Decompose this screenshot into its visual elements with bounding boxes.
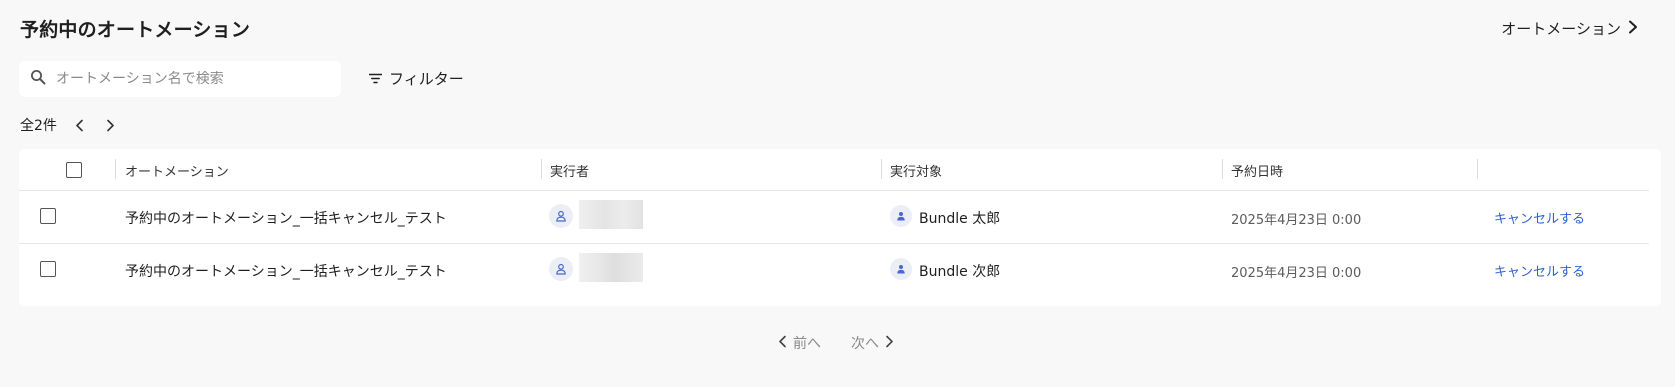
filter-icon: [368, 70, 383, 88]
redacted-executor-name: [579, 200, 643, 229]
filter-label: フィルター: [389, 70, 464, 88]
target-name: Bundle 太郎: [919, 211, 1001, 227]
column-divider: [115, 159, 116, 179]
search-box[interactable]: [19, 61, 341, 97]
count-row: 全2件: [20, 115, 115, 135]
next-page-button[interactable]: 次へ: [851, 333, 894, 353]
row-checkbox[interactable]: [40, 261, 56, 277]
chevron-right-icon[interactable]: [106, 119, 115, 132]
select-all-checkbox[interactable]: [66, 162, 82, 178]
scheduled-datetime: 2025年4月23日 0:00: [1231, 213, 1362, 228]
column-divider: [1477, 159, 1478, 179]
column-header-target: 実行対象: [890, 165, 943, 180]
page-title: 予約中のオートメーション: [20, 19, 251, 41]
cancel-link[interactable]: キャンセルする: [1494, 261, 1585, 280]
column-header-automation: オートメーション: [125, 165, 229, 180]
prev-page-button[interactable]: 前へ: [778, 333, 821, 353]
next-page-label: 次へ: [851, 336, 879, 352]
pagination: 前へ 次へ: [778, 333, 894, 353]
chevron-left-icon: [778, 335, 787, 352]
column-divider: [881, 159, 882, 179]
user-outline-icon: [549, 204, 573, 228]
user-filled-icon: [890, 258, 912, 280]
chevron-right-icon: [885, 335, 894, 352]
prev-page-label: 前へ: [793, 336, 821, 352]
automation-table: オートメーション 実行者 実行対象 予約日時 予約中のオートメーション_一括キャ…: [19, 149, 1661, 306]
filter-button[interactable]: フィルター: [368, 68, 464, 89]
search-icon: [30, 69, 46, 89]
row-checkbox[interactable]: [40, 208, 56, 224]
cancel-link[interactable]: キャンセルする: [1494, 208, 1585, 227]
chevron-left-icon[interactable]: [75, 119, 84, 132]
automation-link[interactable]: オートメーション: [1501, 18, 1639, 39]
table-header: オートメーション 実行者 実行対象 予約日時: [19, 149, 1649, 191]
total-count: 全2件: [20, 118, 57, 134]
column-divider: [1222, 159, 1223, 179]
target-name: Bundle 次郎: [919, 264, 1001, 280]
automation-name: 予約中のオートメーション_一括キャンセル_テスト: [125, 211, 447, 227]
redacted-executor-name: [579, 253, 643, 282]
column-header-datetime: 予約日時: [1231, 165, 1284, 180]
column-header-executor: 実行者: [550, 165, 590, 180]
table-row: 予約中のオートメーション_一括キャンセル_テスト Bundle 次郎 2025年…: [19, 244, 1649, 297]
automation-link-label: オートメーション: [1501, 20, 1621, 38]
user-filled-icon: [890, 205, 912, 227]
user-outline-icon: [549, 257, 573, 281]
scheduled-datetime: 2025年4月23日 0:00: [1231, 266, 1362, 281]
search-input[interactable]: [56, 71, 316, 87]
table-row: 予約中のオートメーション_一括キャンセル_テスト Bundle 太郎 2025年…: [19, 191, 1649, 244]
chevron-right-icon: [1627, 20, 1639, 38]
automation-name: 予約中のオートメーション_一括キャンセル_テスト: [125, 264, 447, 280]
column-divider: [541, 159, 542, 179]
